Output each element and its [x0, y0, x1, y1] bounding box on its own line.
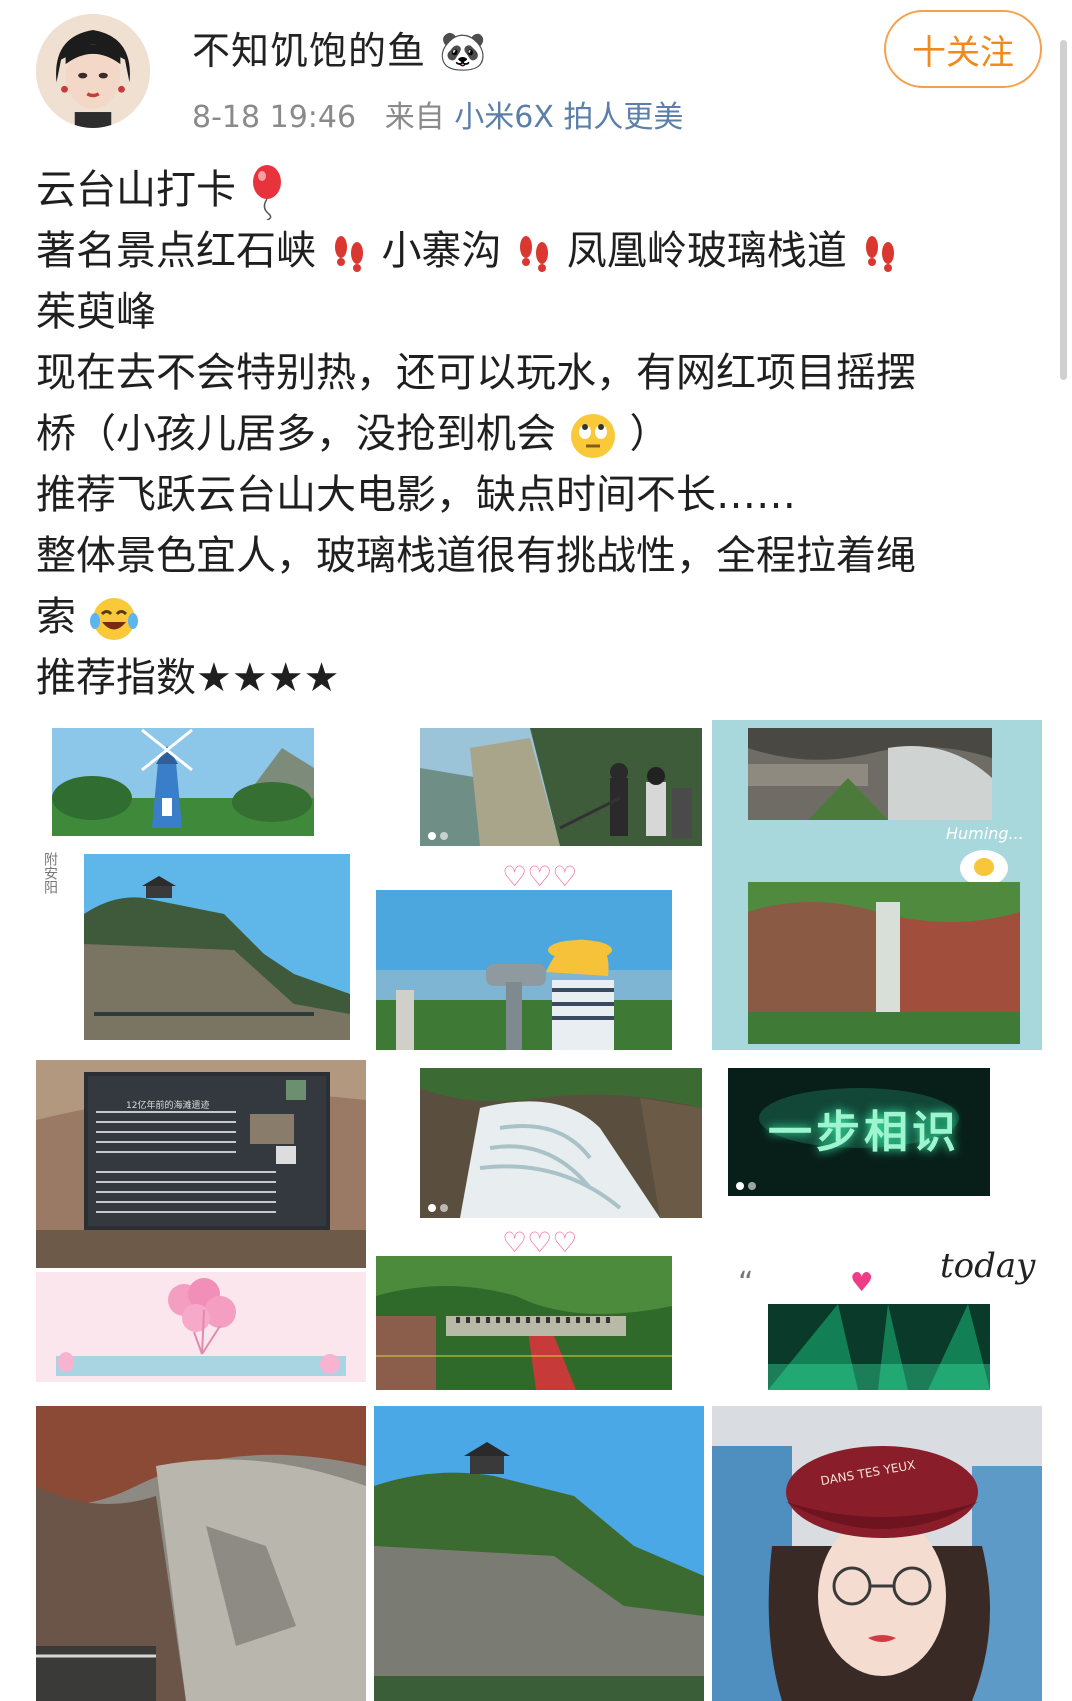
post-time: 8-18 19:46 [192, 100, 357, 135]
fried-egg-sticker [960, 850, 1008, 886]
glass-walkway-photo [376, 1256, 672, 1390]
photo-pavilion-cliff[interactable] [374, 1406, 704, 1701]
today-handwriting: today [940, 1246, 1036, 1286]
follow-button[interactable]: 十关注 [884, 10, 1042, 88]
photo-collage-3[interactable]: Huming... [712, 720, 1042, 1050]
post-device[interactable]: 小米6X 拍人更美 [454, 100, 683, 135]
info-sign-photo [36, 1060, 366, 1268]
post-line: 现在去不会特别热，还可以玩水，有网红项目摇摆 [36, 350, 916, 396]
photo-collage-1[interactable]: 附安阳 [36, 720, 366, 1050]
post-line: 整体景色宜人，玻璃栈道很有挑战性，全程拉着绳 [36, 533, 916, 579]
post-line: 云台山打卡 [36, 160, 1036, 221]
post-line: 推荐指数★★★★ [36, 655, 340, 701]
hearts-decoration: ♡♡♡ [502, 1226, 578, 1259]
scrollbar[interactable] [1060, 40, 1067, 380]
post-source-label: 来自 [384, 100, 445, 135]
hearts-decoration: ♡♡♡ [502, 860, 578, 893]
footprints-icon [865, 236, 894, 272]
balloon-icon [252, 165, 281, 220]
red-rock-waterfall-photo [748, 882, 1020, 1044]
neon-text: 一步相识 [768, 1107, 960, 1158]
photo-selfie[interactable]: DANS TES YEUX [712, 1406, 1042, 1701]
post-line: 桥（小孩儿居多，没抢到机会 ） [36, 404, 1036, 465]
eye-roll-emoji-icon [570, 414, 615, 458]
green-lights-photo [768, 1304, 990, 1390]
sign-title-overlay: 12亿年前的海滩遗迹 [126, 1101, 210, 1111]
laughing-crying-emoji-icon [89, 598, 138, 640]
footprints-icon [520, 236, 549, 272]
photo-collage-2[interactable]: ♡♡♡ [372, 720, 702, 1050]
crowd-overlook-photo [420, 728, 702, 846]
calligraphy-text: 附安阳 [42, 852, 58, 894]
post-line: 索 [36, 587, 1036, 648]
photo-collage-5[interactable]: ♡♡♡ [372, 1060, 702, 1390]
photo-collage-6[interactable]: 一步相识 “ ♥ today [712, 1060, 1042, 1390]
quote-mark: “ [738, 1266, 754, 1301]
post-line: 著名景点红石峡 小寨沟 凤凰岭玻璃栈道 [36, 221, 1036, 282]
cliff-photo [84, 854, 350, 1040]
photo-collage-4[interactable]: 12亿年前的海滩遗迹 [36, 1060, 366, 1390]
user-avatar[interactable] [36, 14, 150, 128]
post-line: 茱萸峰 [36, 289, 156, 335]
balloons-sticker [36, 1272, 366, 1382]
photo-cave-overhang[interactable] [36, 1406, 366, 1701]
post-body: 云台山打卡 著名景点红石峡 小寨沟 凤凰岭玻璃栈道 茱萸峰 现在去不会特别热，还… [36, 160, 1036, 709]
cave-walkway-photo [748, 728, 992, 820]
heart-icon: ♥ [850, 1268, 874, 1298]
binocular-photo [376, 890, 672, 1050]
windmill-photo [52, 728, 314, 836]
post-line: 推荐飞跃云台山大电影，缺点时间不长…… [36, 472, 796, 518]
username[interactable]: 不知饥饱的鱼 🐼 [192, 20, 487, 75]
waterfall-photo [420, 1068, 702, 1218]
footprints-icon [334, 236, 363, 272]
handwriting-text: Huming... [946, 824, 1024, 843]
post-meta: 8-18 19:46 来自 小米6X 拍人更美 [192, 92, 683, 136]
